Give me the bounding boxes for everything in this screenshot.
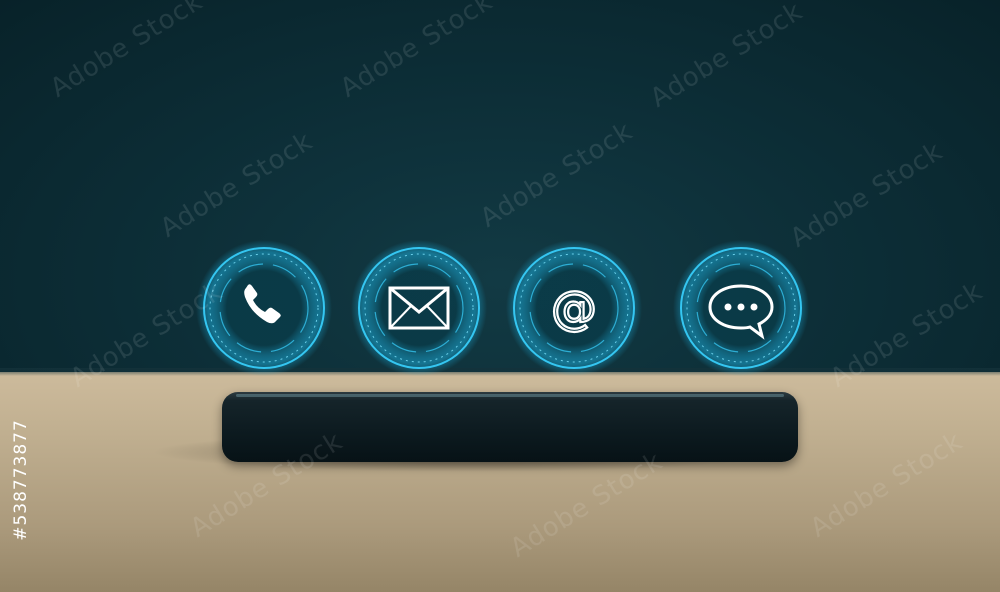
phone-icon <box>196 240 332 376</box>
hologram-mail-circle <box>349 238 489 378</box>
stock-id-text: #538773877 <box>11 419 31 541</box>
stock-id-label: #538773877 <box>6 380 36 580</box>
dark-background-wall <box>0 0 1000 372</box>
photo-scene: @ Adobe Stock Adobe Stock Adobe <box>0 0 1000 592</box>
envelope-icon <box>351 240 487 376</box>
smartphone-edge-highlight <box>236 394 784 397</box>
table-horizon-line <box>0 368 1000 376</box>
at-sign-icon: @ <box>506 240 642 376</box>
hologram-at-circle: @ <box>504 238 644 378</box>
at-symbol: @ <box>551 281 597 335</box>
hologram-phone-circle <box>194 238 334 378</box>
chat-bubble-icon <box>673 240 809 376</box>
smartphone <box>222 392 798 462</box>
hologram-chat-circle <box>671 238 811 378</box>
